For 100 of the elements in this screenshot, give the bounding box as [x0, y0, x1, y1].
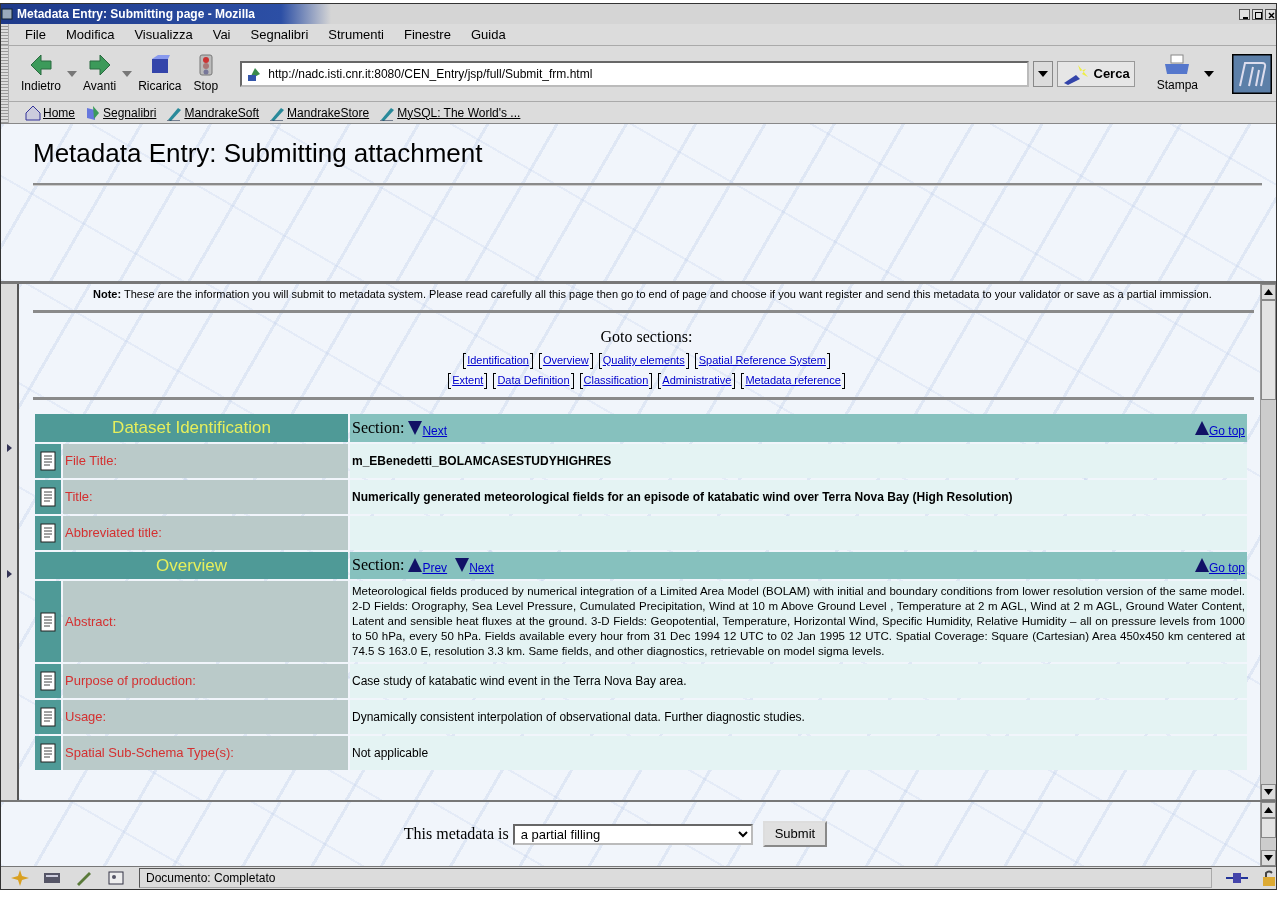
scroll-thumb[interactable]: [1261, 818, 1276, 838]
field-value: Dynamically consistent interpolation of observational data. Further diagnostic studies.: [352, 710, 805, 724]
section-link[interactable]: Overview: [538, 353, 593, 367]
menu-item[interactable]: File: [15, 24, 56, 45]
nav-link[interactable]: Prev: [422, 559, 448, 578]
bookmark-link[interactable]: MySQL: The World's ...: [379, 103, 521, 122]
close-button[interactable]: [1266, 9, 1277, 21]
toolbar-grip[interactable]: [1, 102, 9, 123]
field-label: Purpose of production:: [63, 664, 348, 698]
note-text: Note: These are the information you will submit to metadata system. Please read carefully all this page then go to end of page and choose if you want register and send this metadata to your validator or save as a partial immission.: [92, 287, 1213, 302]
down-arrow-icon: [1264, 789, 1273, 795]
keyboard-icon[interactable]: [43, 870, 61, 886]
m-logo-icon[interactable]: [1232, 53, 1272, 94]
status-text: Documento: Completato: [139, 868, 1212, 888]
document-icon: [39, 486, 57, 507]
up-triangle-icon: [1194, 558, 1209, 573]
bookmark-link[interactable]: Segnalibri: [85, 103, 157, 122]
window-title: Metadata Entry: Submitting page - Mozilla: [17, 6, 255, 23]
nav-link[interactable]: Next: [469, 559, 494, 578]
section-label: Section:: [352, 417, 405, 438]
bookmark-link[interactable]: Home: [25, 103, 75, 122]
down-arrow-icon: [1264, 855, 1273, 861]
scrollbar[interactable]: [1260, 802, 1276, 866]
field-label: Abbreviated title:: [63, 515, 348, 550]
bookmark-link[interactable]: MandrakeStore: [269, 103, 370, 122]
lock-icon: [1262, 870, 1276, 886]
collapse-arrow-icon[interactable]: [6, 570, 12, 578]
field-value: Numerically generated meteorological fields for an episode of katabatic wind over Terra Nova Bay (High Resolution): [352, 489, 1013, 504]
go-top-link[interactable]: Go top: [1208, 421, 1245, 440]
search-button[interactable]: Cerca: [1056, 60, 1135, 87]
home-icon: [25, 104, 41, 121]
field-label: Abstract:: [63, 581, 348, 662]
document-icon: [39, 611, 57, 632]
bookmark-folder-icon: [85, 104, 101, 121]
scroll-thumb[interactable]: [1261, 300, 1276, 400]
scroll-up-button[interactable]: [1261, 284, 1276, 300]
scroll-down-button[interactable]: [1261, 850, 1276, 866]
form-label: This metadata is: [403, 824, 509, 844]
section-link[interactable]: Identification: [463, 353, 533, 367]
toolbar-button[interactable]: Indietro: [15, 52, 68, 95]
menu-item[interactable]: Segnalibri: [240, 24, 319, 45]
window-icon: [1, 8, 13, 20]
field-value: m_EBenedetti_BOLAMCASESTUDYHIGHRES: [352, 453, 612, 468]
menu-item[interactable]: Finestre: [393, 24, 461, 45]
scrollbar[interactable]: [1260, 284, 1276, 800]
goto-title: Goto sections:: [599, 327, 694, 347]
scroll-up-button[interactable]: [1261, 802, 1276, 818]
toolbar-grip[interactable]: [1, 24, 9, 45]
menu-item[interactable]: Vai: [202, 24, 241, 45]
dropdown-arrow-icon[interactable]: [1204, 70, 1214, 77]
url-field[interactable]: http://nadc.isti.cnr.it:8080/CEN_Entry/jsp/full/Submit_frm.html: [240, 60, 1029, 87]
card-icon[interactable]: [107, 870, 125, 886]
page-heading: Metadata Entry: Submitting attachment: [33, 138, 484, 170]
section-link[interactable]: Classification: [579, 373, 653, 387]
scroll-down-button[interactable]: [1261, 784, 1276, 800]
section-link[interactable]: Quality elements: [598, 353, 689, 367]
section-link[interactable]: Spatial Reference System: [694, 353, 830, 367]
collapse-arrow-icon[interactable]: [6, 444, 12, 452]
menu-item[interactable]: Visualizza: [124, 24, 203, 45]
up-arrow-icon: [1264, 289, 1273, 295]
submit-button[interactable]: Submit: [762, 821, 828, 847]
section-label: Section:: [352, 555, 405, 576]
back-arrow-icon: [29, 52, 53, 77]
toolbar-button[interactable]: Stop: [187, 52, 225, 95]
document-icon: [39, 522, 57, 543]
plug-icon: [1226, 872, 1248, 884]
section-link[interactable]: Metadata reference: [741, 373, 845, 387]
field-value: Meteorological fields produced by numerical integration of a Limited Area Model (BOLAM) with initial and boundary conditions from lower resolution version of the same model. 2-D Fields: Orography, Sea Level Pressure, Cumulated Precipitation, Wind at 10 m Above Ground Level , Temperature at 2 m AGL, Wind at 2 m AGL, Ground Water Content, Latent and sensible heat fluxes at the ground. 3-D Fields: Geopotential, Temperature, Horizontal Wind, Specific Humidity, Relative Humidity – all on pressure levels from 1000 to 50 hPa, every 50 hPa. Fields available every hour from 31 Dec 1994 12 UTC to 02 Jan 1995 12 UTC. Spatial Coverage: Square (Cartesian) Area 450x450 km centered at 74.5 S 163.0 E, resolution 3.3 km. Same fields, and other diagnostics, retrievable on model sigma levels.: [352, 585, 1245, 657]
toolbar-button[interactable]: Avanti: [77, 52, 123, 95]
url-dropdown-button[interactable]: [1032, 60, 1053, 87]
dropdown-arrow-icon: [1037, 70, 1048, 77]
field-label: Spatial Sub-Schema Type(s):: [63, 736, 348, 770]
metadata-type-select[interactable]: a partial filling: [512, 823, 753, 845]
document-icon: [39, 707, 57, 727]
maximize-button[interactable]: [1253, 9, 1264, 21]
up-triangle-icon: [1194, 420, 1209, 435]
pen-icon[interactable]: [75, 870, 93, 886]
menu-item[interactable]: Strumenti: [318, 24, 394, 45]
document-icon: [39, 671, 57, 691]
menu-item[interactable]: Guida: [460, 24, 516, 45]
toolbar-button[interactable]: Ricarica: [132, 52, 188, 95]
field-value: Not applicable: [352, 746, 429, 760]
toolbar-grip[interactable]: [1, 46, 9, 101]
forward-arrow-icon: [87, 52, 112, 77]
section-link[interactable]: Administrative: [658, 373, 736, 387]
print-button[interactable]: Stampa: [1150, 53, 1204, 94]
section-link[interactable]: Extent: [448, 373, 488, 387]
section-title: Dataset Identification: [35, 414, 348, 442]
go-top-link[interactable]: Go top: [1208, 559, 1245, 578]
document-icon: [39, 743, 57, 763]
up-triangle-icon: [408, 558, 423, 573]
field-value: Case study of katabatic wind event in the Terra Nova Bay area.: [352, 674, 687, 688]
field-label: Title:: [63, 479, 348, 514]
field-label: Usage:: [63, 700, 348, 734]
menu-item[interactable]: Modifica: [55, 24, 125, 45]
nav-link[interactable]: Next: [422, 421, 448, 440]
section-link[interactable]: Data Definition: [493, 373, 574, 387]
field-label: File Title:: [63, 443, 348, 478]
bookmark-link[interactable]: MandrakeSoft: [166, 103, 260, 122]
document-icon: [39, 450, 57, 471]
